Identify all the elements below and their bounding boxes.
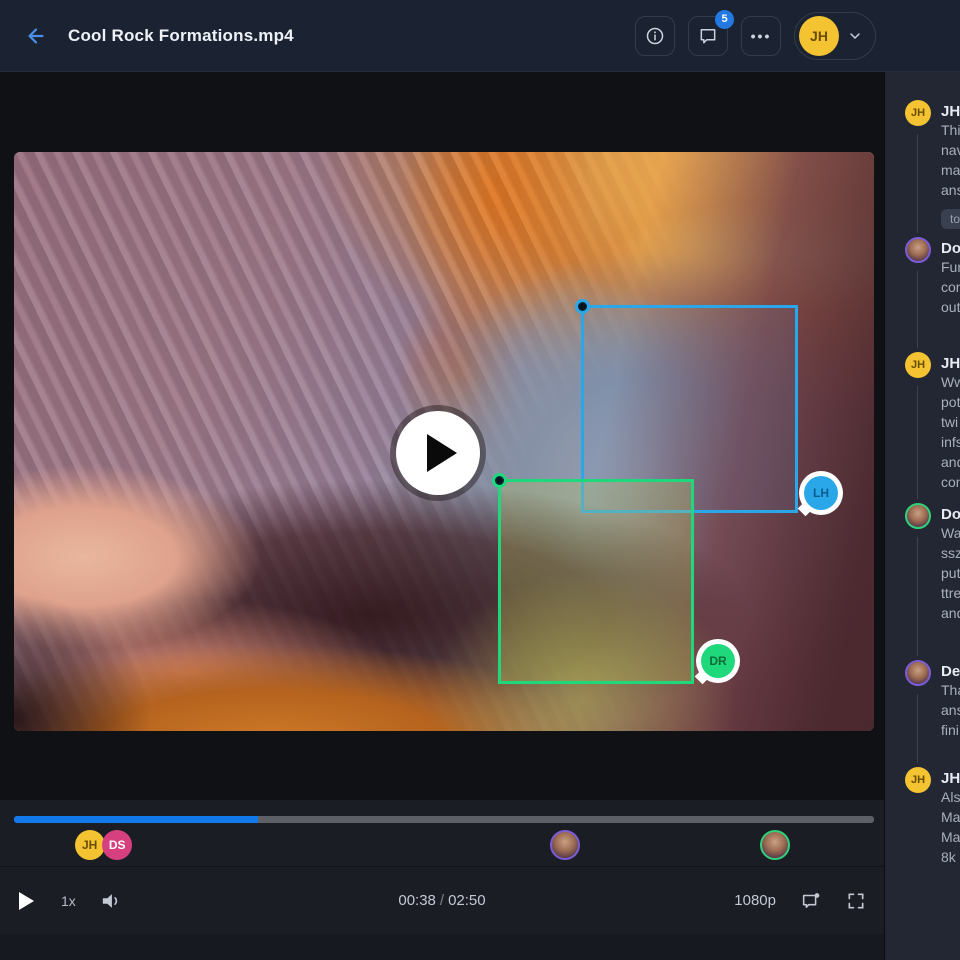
arrow-left-icon xyxy=(25,25,47,47)
back-button[interactable] xyxy=(16,16,56,56)
comment-text-line: Wa xyxy=(941,523,960,543)
annotation-handle[interactable] xyxy=(575,299,590,314)
comment-author: Do xyxy=(941,237,960,257)
comment-text-line: Ma xyxy=(941,827,960,847)
comment-text-line: Als xyxy=(941,787,960,807)
avatar xyxy=(905,660,931,686)
comment-pin-icon xyxy=(800,890,822,912)
comment-item[interactable]: JH JH AlsMaMa8k xyxy=(905,767,960,867)
info-button[interactable] xyxy=(635,16,675,56)
avatar: JH xyxy=(905,352,931,378)
annotation-rect[interactable] xyxy=(498,479,694,684)
avatar xyxy=(905,237,931,263)
comment-author: JH xyxy=(941,352,960,372)
avatar: JH xyxy=(905,100,931,126)
file-title: Cool Rock Formations.mp4 xyxy=(68,26,294,46)
user-menu[interactable]: JH xyxy=(794,12,876,60)
comment-text-line: ans xyxy=(941,180,960,200)
fullscreen-button[interactable] xyxy=(846,891,866,911)
comment-text-line: Tha xyxy=(941,680,960,700)
play-icon xyxy=(427,434,457,472)
comment-item[interactable]: Do Furconout xyxy=(905,237,960,317)
duration: 02:50 xyxy=(448,892,486,909)
comment-author: JH xyxy=(941,100,960,120)
speaker-icon xyxy=(100,891,122,911)
comment-text-line: nav xyxy=(941,140,960,160)
playback-speed-button[interactable]: 1x xyxy=(61,893,76,909)
comment-text-line: twi xyxy=(941,412,960,432)
volume-button[interactable] xyxy=(100,891,122,911)
ellipsis-icon: ••• xyxy=(751,28,772,44)
annotation-author-badge[interactable]: DR xyxy=(696,639,740,683)
top-bar: Cool Rock Formations.mp4 5 ••• JH xyxy=(0,0,960,72)
play-button[interactable] xyxy=(18,891,35,911)
seek-bar[interactable] xyxy=(14,816,874,823)
more-options-button[interactable]: ••• xyxy=(741,16,781,56)
comment-item[interactable]: JH JH Wwpottwiinfsandcon xyxy=(905,352,960,492)
player-controls: 1x 00:38/02:50 1080p xyxy=(0,866,884,934)
comment-text-line: 8k xyxy=(941,847,960,867)
comment-text-line: out xyxy=(941,297,960,317)
comment-text-line: ans xyxy=(941,700,960,720)
comment-text-line: Ma xyxy=(941,807,960,827)
comments-button[interactable]: 5 xyxy=(688,16,728,56)
timeline-comment-marker[interactable]: JH xyxy=(75,830,105,860)
avatar xyxy=(905,503,931,529)
comment-text-line: Fur xyxy=(941,257,960,277)
annotation-author-badge[interactable]: LH xyxy=(799,471,843,515)
comment-text-line: and xyxy=(941,452,960,472)
progress-fill xyxy=(14,816,258,823)
comment-bubble-icon xyxy=(698,26,718,46)
bottom-strip xyxy=(0,934,884,960)
comment-text-line: infs xyxy=(941,432,960,452)
info-icon xyxy=(645,26,665,46)
thread-line xyxy=(917,537,918,656)
comment-text-line: ma xyxy=(941,160,960,180)
timeline-comment-marker[interactable] xyxy=(760,830,790,860)
comment-markers-row: JHDS xyxy=(14,830,874,862)
comment-text-line: ttre xyxy=(941,583,960,603)
fullscreen-icon xyxy=(846,891,866,911)
comment-chip[interactable]: to xyxy=(941,209,960,229)
time-separator: / xyxy=(436,892,448,909)
video-canvas[interactable]: LH DR xyxy=(14,152,874,731)
thread-line xyxy=(917,271,918,348)
comment-item[interactable]: JH JH Thisnavmaans to xyxy=(905,100,960,229)
comment-item[interactable]: Do Wasszputttreand xyxy=(905,503,960,623)
comment-text-line: fini xyxy=(941,720,960,740)
comment-text-line: put xyxy=(941,563,960,583)
thread-line xyxy=(917,134,918,233)
timeline-band: JHDS xyxy=(0,800,884,866)
comment-author: De xyxy=(941,660,960,680)
top-bar-actions: 5 ••• JH xyxy=(635,12,944,60)
comment-markers-toggle-button[interactable] xyxy=(800,890,822,912)
timeline-comment-marker[interactable] xyxy=(550,830,580,860)
comment-text-line: Ww xyxy=(941,372,960,392)
controls-right: 1080p xyxy=(734,890,866,912)
quality-button[interactable]: 1080p xyxy=(734,892,776,909)
comment-item[interactable]: De Thaansfini xyxy=(905,660,960,740)
current-time: 00:38 xyxy=(398,892,436,909)
comment-text-line: ssz xyxy=(941,543,960,563)
comment-text-line: This xyxy=(941,120,960,140)
chevron-down-icon xyxy=(847,28,863,44)
comment-text-line: con xyxy=(941,472,960,492)
comment-author: Do xyxy=(941,503,960,523)
replay-app: Cool Rock Formations.mp4 5 ••• JH xyxy=(0,0,960,960)
comment-text-line: con xyxy=(941,277,960,297)
annotation-handle[interactable] xyxy=(492,473,507,488)
thread-line xyxy=(917,694,918,763)
comments-count-badge: 5 xyxy=(715,10,734,29)
play-overlay-button[interactable] xyxy=(390,405,486,501)
timeline-comment-marker[interactable]: DS xyxy=(102,830,132,860)
comment-text-line: and xyxy=(941,603,960,623)
comment-text-line: pot xyxy=(941,392,960,412)
comments-sidebar: JH JH Thisnavmaansto Do Furconout JH JH … xyxy=(884,72,960,960)
comment-author: JH xyxy=(941,767,960,787)
user-avatar: JH xyxy=(799,16,839,56)
thread-line xyxy=(917,386,918,499)
avatar: JH xyxy=(905,767,931,793)
